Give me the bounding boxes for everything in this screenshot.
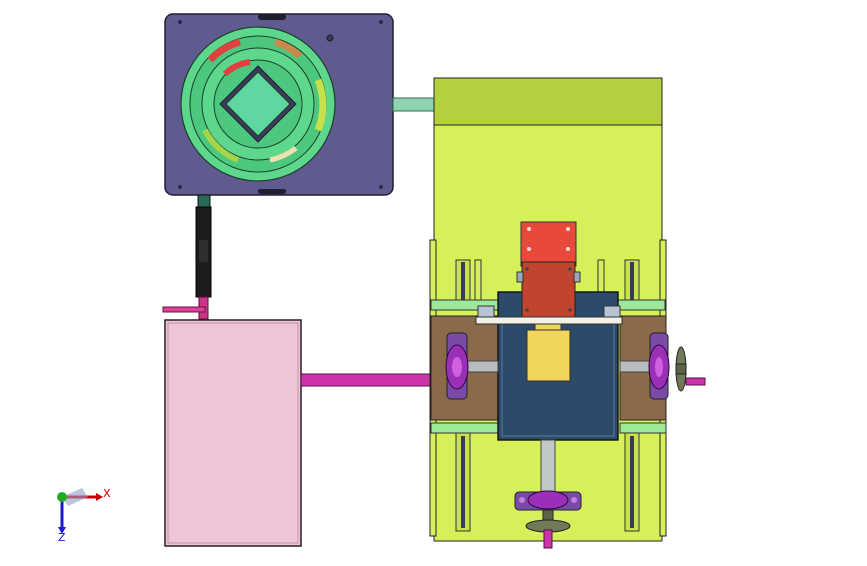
panel-screw — [178, 20, 182, 24]
vertical-cable — [162, 194, 212, 320]
motor-bolt — [568, 267, 572, 271]
lower-rail-bar-left — [430, 422, 500, 434]
pink-enclosure[interactable] — [164, 319, 302, 547]
yellow-block-cap — [534, 323, 562, 331]
panel-screw — [178, 185, 182, 189]
z-axis-label: Z — [58, 531, 66, 544]
panel-screw — [379, 185, 383, 189]
motor-bolt — [525, 308, 529, 312]
bottom-bearing-ring — [527, 490, 569, 510]
cad-viewport[interactable]: X Z — [0, 0, 867, 562]
bottom-bearing[interactable] — [514, 490, 582, 511]
bottom-bearing-bolt — [571, 497, 577, 503]
yellow-block[interactable] — [526, 329, 571, 382]
x-axis-label: X — [103, 487, 111, 500]
left-bearing-hub — [452, 357, 462, 377]
cable-connector — [197, 194, 211, 208]
motor-bolt — [568, 308, 572, 312]
red-motor-body[interactable] — [521, 261, 576, 318]
right-handwheel[interactable] — [675, 346, 706, 392]
top-slot — [258, 14, 286, 20]
left-grey-shaft — [463, 360, 499, 373]
lead-screw — [540, 439, 556, 495]
panel-screw — [379, 20, 383, 24]
right-upper-rail-slot — [630, 262, 634, 304]
top-block[interactable] — [433, 77, 663, 126]
motor-clip-right — [573, 271, 581, 283]
left-lower-rail-slot — [461, 436, 465, 528]
mount-bolt — [527, 247, 531, 251]
beam-clamp-left — [477, 305, 495, 318]
bottom-handwheel-handle[interactable] — [543, 529, 553, 549]
cable-handle — [162, 306, 206, 313]
mount-bolt — [527, 227, 531, 231]
left-bearing[interactable] — [445, 332, 469, 400]
panel-knob — [326, 34, 334, 42]
handwheel-hub — [675, 363, 687, 375]
x-axis-arrow-icon — [96, 493, 103, 501]
main-machine[interactable] — [429, 77, 706, 549]
mount-bolt — [566, 247, 570, 251]
motor-bolt — [525, 267, 529, 271]
mount-bolt — [566, 227, 570, 231]
bottom-slot — [258, 189, 286, 194]
right-bearing-hub — [655, 357, 663, 377]
assembly-drawing[interactable]: X Z — [0, 0, 867, 562]
magenta-shaft — [300, 373, 432, 387]
motor-clip-left — [516, 271, 524, 283]
rotary-dial[interactable] — [180, 26, 336, 182]
right-lower-rail-slot — [630, 436, 634, 528]
handwheel-handle[interactable] — [685, 377, 706, 386]
cable-segment — [199, 240, 208, 262]
control-panel[interactable] — [164, 13, 394, 196]
right-bearing[interactable] — [648, 332, 670, 400]
cross-beam — [475, 316, 623, 325]
beam-clamp-right — [603, 305, 621, 318]
left-upper-rail-slot — [461, 262, 465, 304]
lower-rail-bar-right — [619, 422, 667, 434]
triad-origin-icon — [57, 492, 67, 502]
teal-pipe — [392, 97, 436, 112]
bottom-bearing-bolt — [519, 497, 525, 503]
axis-triad: X Z — [57, 487, 111, 544]
